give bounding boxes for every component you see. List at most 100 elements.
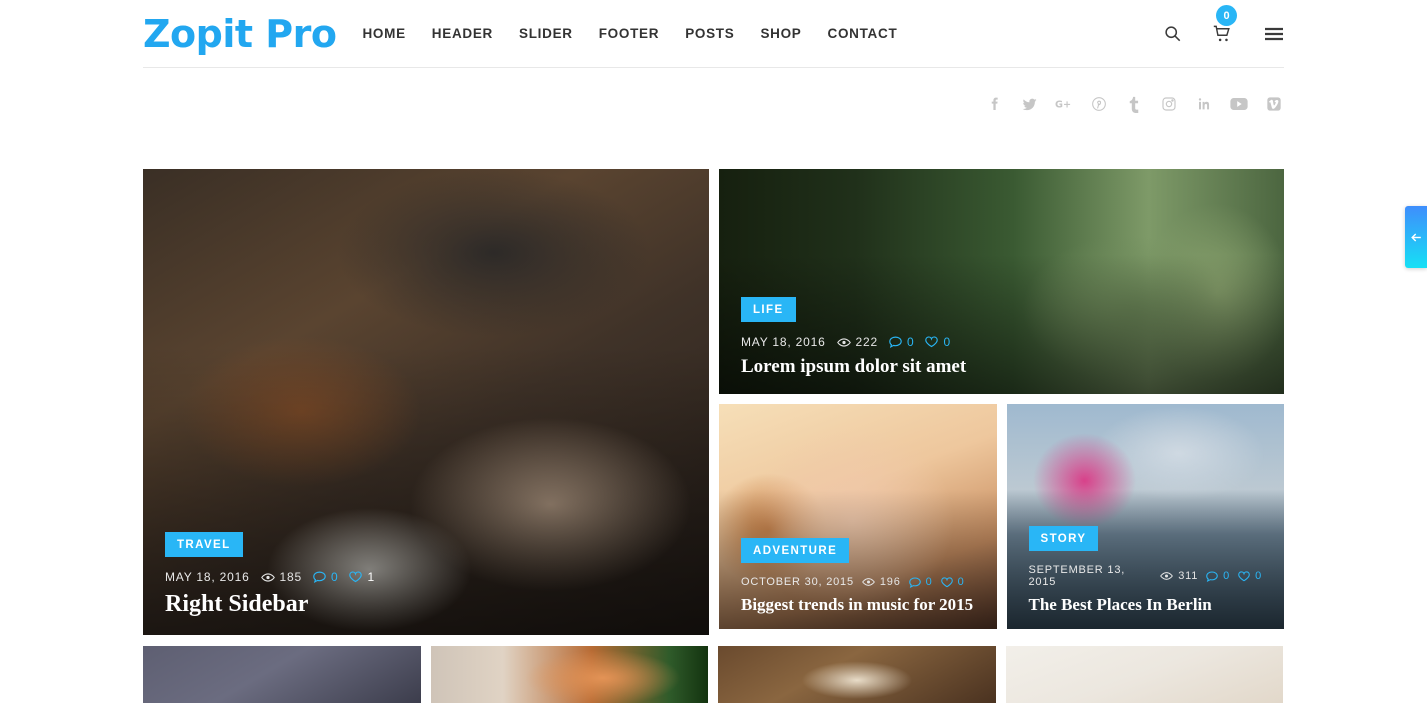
arrow-left-icon bbox=[1410, 232, 1421, 242]
header-actions: 0 bbox=[1164, 5, 1284, 43]
post-comments: 0 bbox=[908, 576, 933, 589]
tumblr-icon[interactable] bbox=[1124, 94, 1144, 114]
post-thumbnail-4[interactable] bbox=[1005, 646, 1283, 703]
post-image-thumb-2 bbox=[430, 646, 708, 703]
post-category-badge[interactable]: TRAVEL bbox=[165, 532, 243, 558]
post-title[interactable]: Lorem ipsum dolor sit amet bbox=[741, 356, 1262, 378]
post-views: 311 bbox=[1160, 570, 1198, 582]
site-logo[interactable]: Zopit Pro bbox=[143, 15, 337, 53]
post-likes[interactable]: 0 bbox=[1238, 570, 1262, 582]
cart-count-badge: 0 bbox=[1216, 5, 1237, 26]
svg-text:G+: G+ bbox=[1055, 99, 1071, 110]
heart-icon bbox=[940, 577, 953, 588]
nav-item-posts[interactable]: POSTS bbox=[685, 26, 734, 41]
side-panel-toggle[interactable] bbox=[1405, 206, 1427, 268]
instagram-icon[interactable] bbox=[1159, 94, 1179, 114]
post-meta: SEPTEMBER 13, 2015 311 0 0 bbox=[1029, 564, 1263, 588]
post-image-thumb-4 bbox=[1005, 646, 1283, 703]
post-comments: 0 bbox=[313, 570, 338, 584]
post-views-count: 311 bbox=[1178, 570, 1199, 583]
nav-item-slider[interactable]: SLIDER bbox=[519, 26, 573, 41]
post-likes-count: 0 bbox=[943, 335, 951, 350]
post-likes-count: 1 bbox=[367, 570, 375, 585]
posts-grid-row-1: TRAVEL MAY 18, 2016 185 0 1 Right Sideba… bbox=[143, 169, 1284, 635]
page-root: Zopit Pro HOME HEADER SLIDER FOOTER POST… bbox=[0, 0, 1427, 704]
post-meta: MAY 18, 2016 185 0 1 bbox=[165, 570, 687, 584]
featured-post-column: TRAVEL MAY 18, 2016 185 0 1 Right Sideba… bbox=[143, 169, 709, 635]
post-likes[interactable]: 1 bbox=[349, 570, 374, 584]
post-date: MAY 18, 2016 bbox=[741, 335, 826, 350]
secondary-posts-column: LIFE MAY 18, 2016 222 0 0 Lorem ipsum do… bbox=[719, 169, 1284, 635]
eye-icon bbox=[260, 573, 275, 582]
nav-item-home[interactable]: HOME bbox=[362, 26, 405, 41]
post-category-badge[interactable]: LIFE bbox=[741, 297, 796, 323]
comment-icon bbox=[908, 577, 921, 588]
facebook-icon[interactable] bbox=[984, 94, 1004, 114]
post-likes[interactable]: 0 bbox=[925, 335, 950, 349]
post-card-half-left[interactable]: ADVENTURE OCTOBER 30, 2015 196 0 0 Bigge… bbox=[719, 404, 997, 629]
post-views-count: 196 bbox=[879, 576, 901, 589]
youtube-icon[interactable] bbox=[1229, 94, 1249, 114]
post-comments-count: 0 bbox=[330, 570, 339, 585]
post-card-body: ADVENTURE OCTOBER 30, 2015 196 0 0 Bigge… bbox=[719, 538, 997, 629]
post-card-wide[interactable]: LIFE MAY 18, 2016 222 0 0 Lorem ipsum do… bbox=[719, 169, 1284, 394]
search-icon[interactable] bbox=[1164, 25, 1181, 42]
post-comments: 0 bbox=[889, 335, 914, 349]
site-header: Zopit Pro HOME HEADER SLIDER FOOTER POST… bbox=[143, 0, 1284, 68]
eye-icon bbox=[861, 578, 875, 587]
twitter-icon[interactable] bbox=[1019, 94, 1039, 114]
post-card-body: TRAVEL MAY 18, 2016 185 0 1 Right Sideba… bbox=[143, 532, 709, 635]
post-date: MAY 18, 2016 bbox=[165, 570, 250, 585]
post-thumbnail-1[interactable] bbox=[143, 646, 421, 703]
post-image-thumb-1 bbox=[143, 646, 421, 703]
nav-item-shop[interactable]: SHOP bbox=[760, 26, 801, 41]
hamburger-menu-icon[interactable] bbox=[1264, 26, 1284, 42]
posts-grid-row-2 bbox=[143, 646, 1284, 703]
post-views-count: 185 bbox=[279, 570, 302, 585]
post-card-body: STORY SEPTEMBER 13, 2015 311 0 0 The Bes… bbox=[1007, 526, 1285, 629]
eye-icon bbox=[1160, 572, 1174, 581]
post-likes-count: 0 bbox=[1255, 570, 1262, 583]
nav-item-contact[interactable]: CONTACT bbox=[828, 26, 898, 41]
post-meta: MAY 18, 2016 222 0 0 bbox=[741, 335, 1262, 349]
social-links-bar: G+ bbox=[143, 88, 1284, 120]
nav-item-footer[interactable]: FOOTER bbox=[599, 26, 659, 41]
heart-icon bbox=[349, 571, 363, 583]
linkedin-icon[interactable] bbox=[1194, 94, 1214, 114]
post-title[interactable]: The Best Places In Berlin bbox=[1029, 595, 1263, 615]
post-title[interactable]: Biggest trends in music for 2015 bbox=[741, 595, 975, 615]
cart-icon[interactable]: 0 bbox=[1213, 5, 1237, 43]
post-category-badge[interactable]: STORY bbox=[1028, 526, 1099, 552]
post-thumbnail-2[interactable] bbox=[430, 646, 708, 703]
post-card-half-right[interactable]: STORY SEPTEMBER 13, 2015 311 0 0 The Bes… bbox=[1006, 404, 1285, 629]
post-views: 196 bbox=[861, 576, 901, 589]
vimeo-icon[interactable] bbox=[1264, 94, 1284, 114]
google-plus-icon[interactable]: G+ bbox=[1054, 94, 1074, 114]
post-date: OCTOBER 30, 2015 bbox=[741, 576, 854, 589]
post-likes-count: 0 bbox=[957, 576, 965, 589]
post-views: 222 bbox=[836, 335, 878, 350]
heart-icon bbox=[925, 336, 939, 348]
post-card-featured[interactable]: TRAVEL MAY 18, 2016 185 0 1 Right Sideba… bbox=[143, 169, 709, 635]
post-image-thumb-3 bbox=[718, 646, 996, 703]
nav-item-header[interactable]: HEADER bbox=[432, 26, 493, 41]
post-views-count: 222 bbox=[855, 335, 878, 350]
post-date: SEPTEMBER 13, 2015 bbox=[1028, 564, 1126, 589]
post-card-body: LIFE MAY 18, 2016 222 0 0 Lorem ipsum do… bbox=[719, 297, 1284, 394]
comment-icon bbox=[889, 336, 902, 349]
comment-icon bbox=[313, 571, 326, 584]
post-title[interactable]: Right Sidebar bbox=[165, 591, 687, 619]
comment-icon bbox=[1206, 571, 1218, 582]
post-comments-count: 0 bbox=[925, 576, 933, 589]
main-navigation: HOME HEADER SLIDER FOOTER POSTS SHOP CON… bbox=[362, 26, 897, 41]
heart-icon bbox=[1238, 571, 1250, 582]
post-likes[interactable]: 0 bbox=[940, 576, 965, 589]
pinterest-icon[interactable] bbox=[1089, 94, 1109, 114]
post-meta: OCTOBER 30, 2015 196 0 0 bbox=[741, 576, 975, 588]
post-category-badge[interactable]: ADVENTURE bbox=[741, 538, 850, 564]
post-thumbnail-3[interactable] bbox=[718, 646, 996, 703]
post-views: 185 bbox=[260, 570, 302, 585]
post-comments-count: 0 bbox=[1223, 570, 1231, 583]
eye-icon bbox=[836, 338, 851, 347]
posts-grid: TRAVEL MAY 18, 2016 185 0 1 Right Sideba… bbox=[143, 169, 1284, 703]
